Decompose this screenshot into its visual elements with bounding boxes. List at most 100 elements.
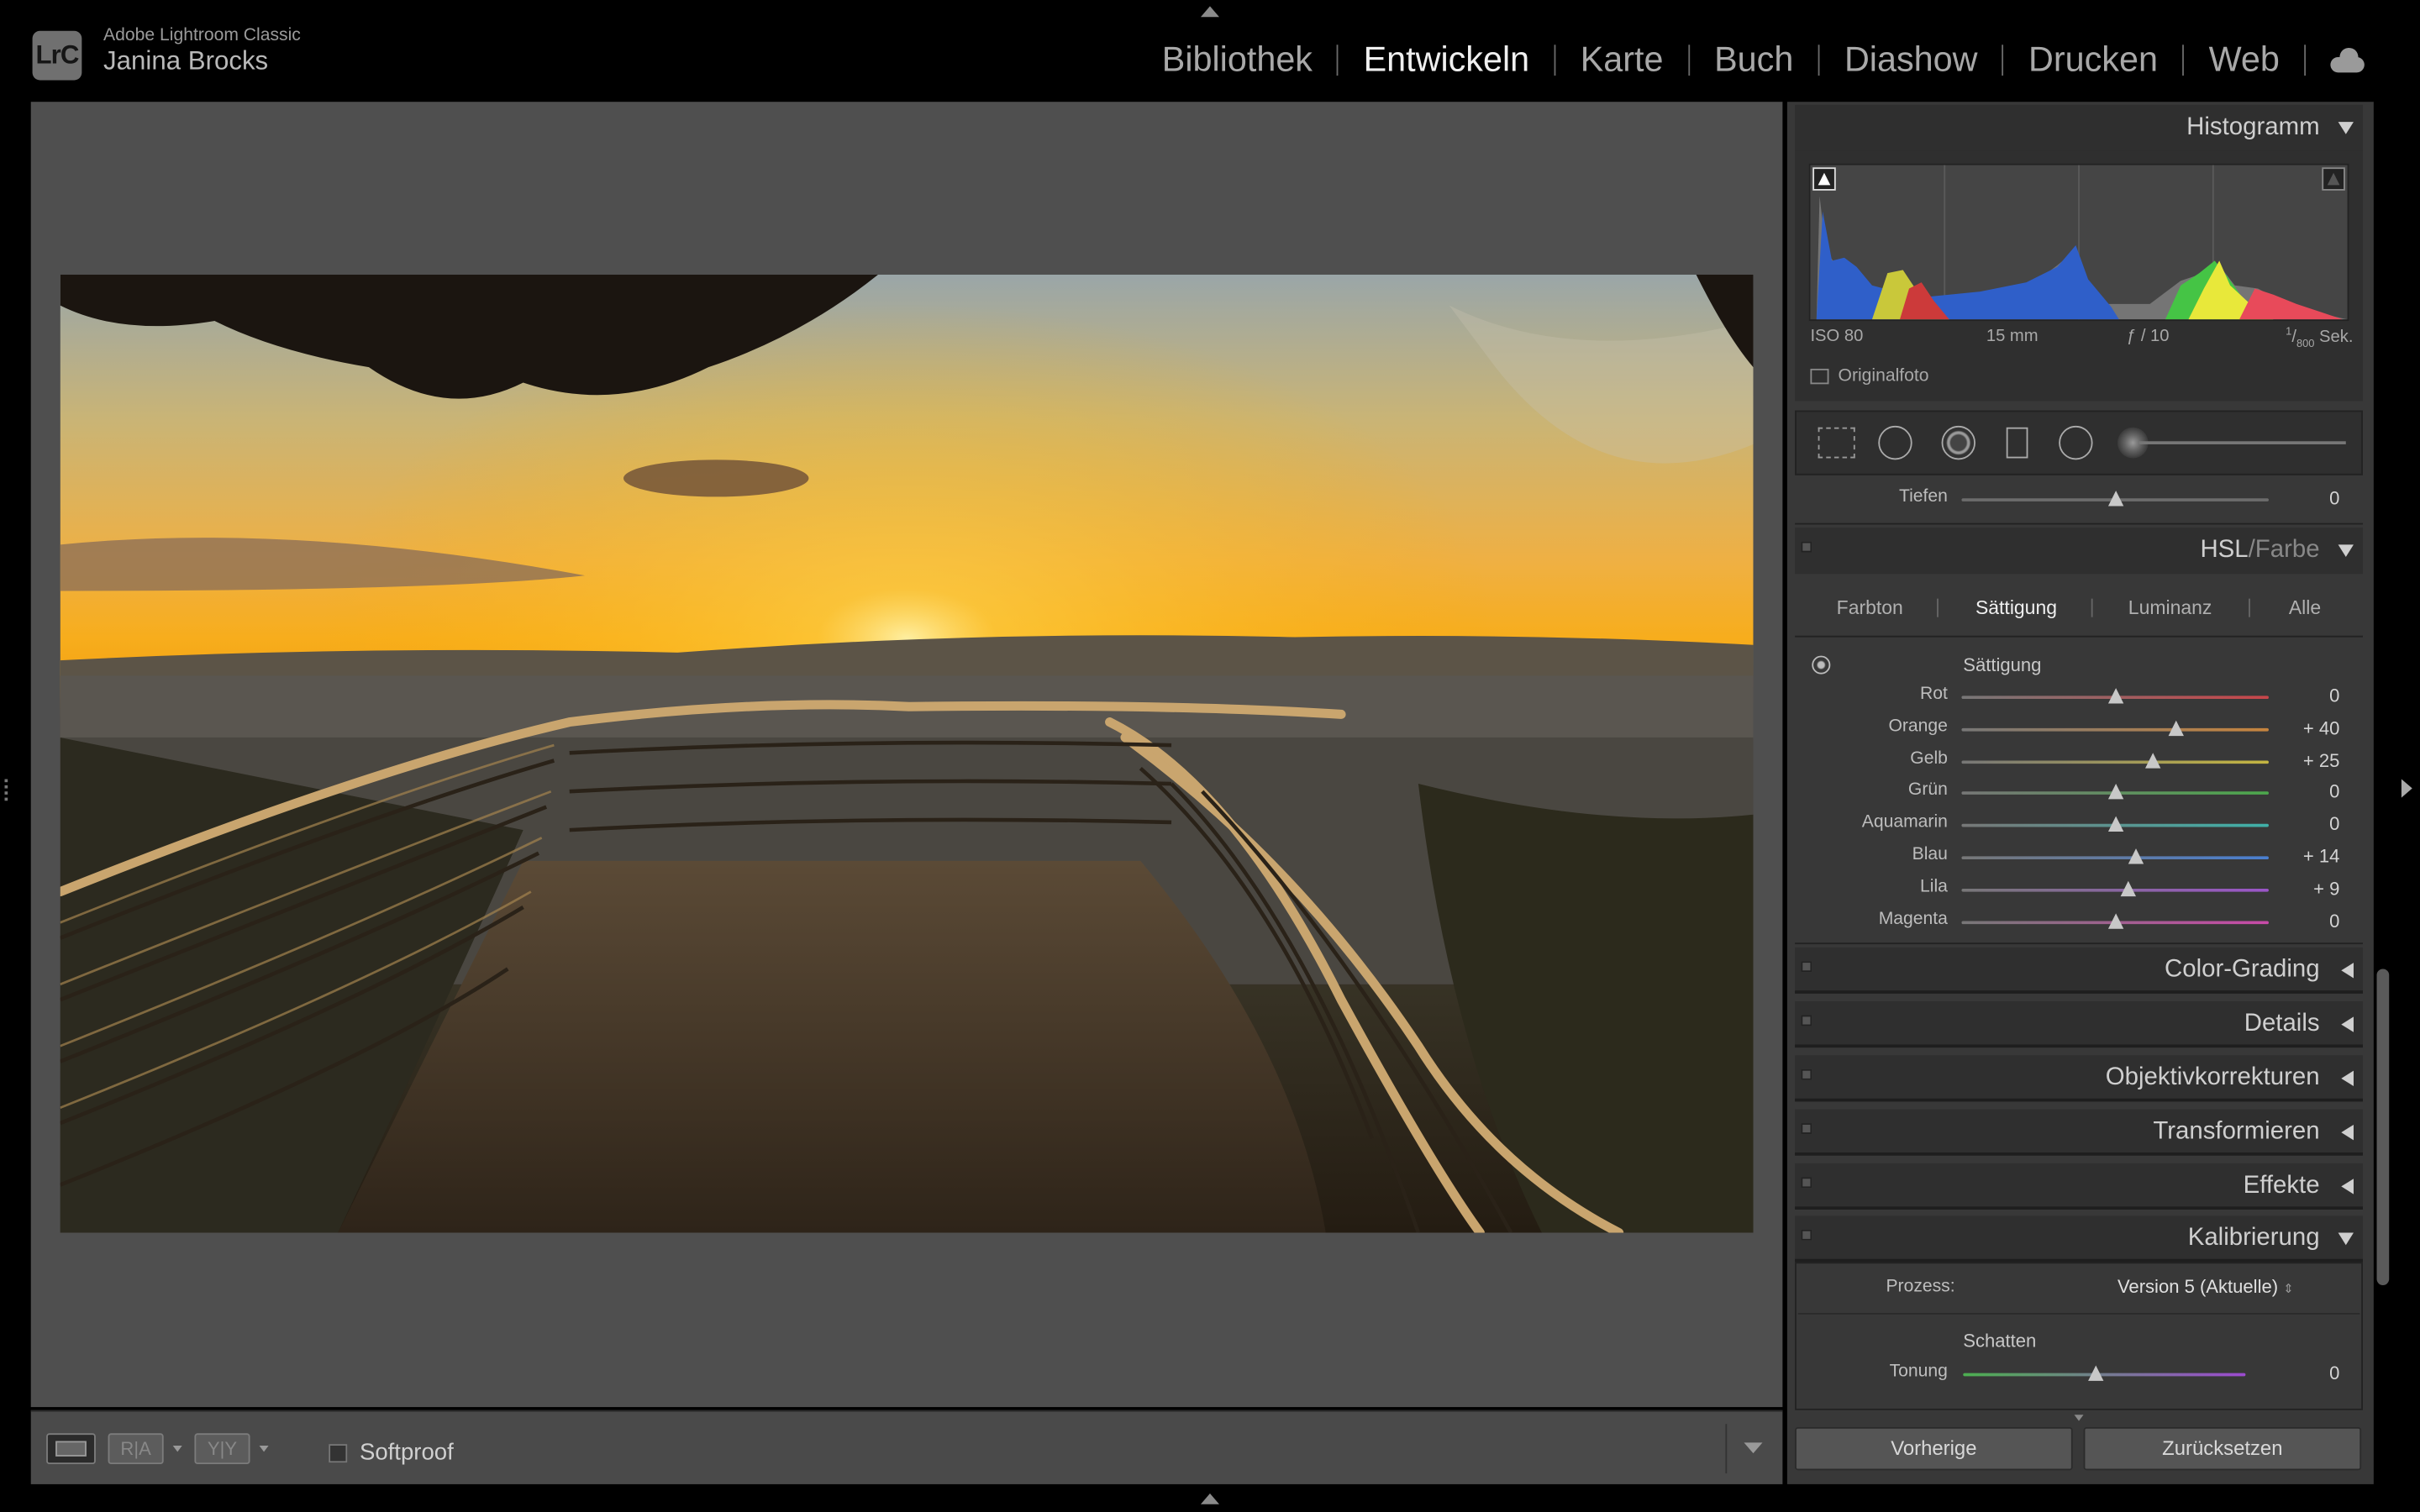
right-panel-toggle-icon[interactable] xyxy=(2401,779,2412,798)
photo-preview[interactable] xyxy=(60,274,1754,1233)
hsl-slider-value[interactable]: 0 xyxy=(2278,910,2339,932)
tint-track[interactable] xyxy=(1963,1373,2246,1377)
hsl-slider-thumb[interactable] xyxy=(2107,688,2123,704)
panel-title: Transformieren xyxy=(2153,1118,2320,1145)
module-diashow[interactable]: Diashow xyxy=(1820,40,2002,81)
tint-value[interactable]: 0 xyxy=(2278,1362,2339,1384)
hsl-slider-track[interactable] xyxy=(1961,759,2269,764)
hsl-slider-thumb[interactable] xyxy=(2107,784,2123,801)
panel-toggle-switch[interactable] xyxy=(1801,1068,1812,1080)
split-dropdown-icon[interactable] xyxy=(259,1445,269,1452)
toolbar-menu-icon[interactable] xyxy=(1725,1424,1771,1474)
photo-image xyxy=(60,274,1754,1233)
tab-alle[interactable]: Alle xyxy=(2289,597,2321,619)
softproof-checkbox[interactable] xyxy=(329,1443,348,1462)
panel-toggle-switch[interactable] xyxy=(1801,541,1812,553)
softproof-label: Softproof xyxy=(359,1439,454,1466)
hsl-slider-value[interactable]: + 25 xyxy=(2278,749,2340,771)
hsl-slider-value[interactable]: + 40 xyxy=(2278,717,2340,739)
histogram-graph[interactable] xyxy=(1808,163,2349,322)
panel-toggle-switch[interactable] xyxy=(1801,1229,1812,1241)
softproof-toggle[interactable]: Softproof xyxy=(329,1440,454,1466)
hsl-slider-label: Rot xyxy=(1920,685,1948,704)
tab-saettigung[interactable]: Sättigung xyxy=(1975,597,2057,619)
panel-header[interactable]: Color-Grading xyxy=(1795,947,2363,994)
panel-header[interactable]: Kalibrierung xyxy=(1795,1215,2363,1263)
targeted-adjustment-icon[interactable] xyxy=(1812,655,1831,675)
tint-thumb[interactable] xyxy=(2088,1365,2104,1381)
tab-farbton[interactable]: Farbton xyxy=(1837,597,1903,619)
hsl-slider-track[interactable] xyxy=(1961,727,2269,732)
module-buch[interactable]: Buch xyxy=(1690,40,1818,81)
left-panel-toggle-icon[interactable] xyxy=(4,779,18,801)
crop-icon[interactable] xyxy=(1818,427,1855,459)
hsl-slider-thumb[interactable] xyxy=(2169,720,2185,736)
before-after-dropdown-icon[interactable] xyxy=(172,1445,182,1452)
panel-toggle-switch[interactable] xyxy=(1801,1015,1812,1026)
original-photo-checkbox[interactable] xyxy=(1810,368,1829,385)
cloud-sync-icon[interactable] xyxy=(2328,47,2368,73)
identity-plate-user: Janina Brocks xyxy=(103,46,269,76)
collapse-arrow-icon[interactable] xyxy=(2338,122,2354,134)
redeye-icon[interactable] xyxy=(1941,425,1975,460)
before-after-split-icon[interactable]: Y|Y xyxy=(194,1433,250,1465)
panel-title: Color-Grading xyxy=(2165,956,2320,983)
shadows-section-label: Schatten xyxy=(1963,1330,2037,1352)
panel-toggle-switch[interactable] xyxy=(1801,1123,1812,1134)
panel-scrollbar[interactable] xyxy=(2376,969,2390,1285)
hsl-slider-track[interactable] xyxy=(1961,856,2269,860)
app-name: Adobe Lightroom Classic xyxy=(103,26,301,45)
hsl-slider-value[interactable]: 0 xyxy=(2278,781,2339,803)
graduated-filter-icon[interactable] xyxy=(2006,427,2028,459)
module-web[interactable]: Web xyxy=(2184,40,2304,81)
expand-arrow-icon[interactable] xyxy=(2341,963,2354,979)
collapse-arrow-icon[interactable] xyxy=(2338,544,2354,558)
brush-size-slider[interactable] xyxy=(2139,441,2346,444)
hsl-slider-thumb[interactable] xyxy=(2107,912,2123,928)
hsl-slider-value[interactable]: 0 xyxy=(2278,813,2339,835)
lrc-logo: LrC xyxy=(32,30,82,81)
panel-header[interactable]: Transformieren xyxy=(1795,1109,2363,1156)
module-karte[interactable]: Karte xyxy=(1555,40,1688,81)
bottom-toolbar: R|A Y|Y Softproof xyxy=(30,1410,1783,1484)
panel-toggle-switch[interactable] xyxy=(1801,1177,1812,1189)
hsl-header[interactable]: HSL/Farbe xyxy=(1795,528,2363,575)
original-photo-label: Originalfoto xyxy=(1838,367,1929,386)
loupe-view-icon[interactable] xyxy=(46,1433,96,1465)
original-photo-toggle[interactable]: Originalfoto xyxy=(1810,367,1929,386)
tone-shadows-value[interactable]: 0 xyxy=(2278,487,2339,509)
hsl-slider-track[interactable] xyxy=(1961,888,2269,892)
hsl-slider-value[interactable]: + 14 xyxy=(2278,846,2340,868)
module-drucken[interactable]: Drucken xyxy=(2004,40,2183,81)
hsl-slider-value[interactable]: + 9 xyxy=(2278,878,2339,900)
expand-arrow-icon[interactable] xyxy=(2341,1016,2354,1032)
hsl-slider-thumb[interactable] xyxy=(2145,752,2162,768)
radial-filter-icon[interactable] xyxy=(2059,425,2093,460)
hsl-slider-thumb[interactable] xyxy=(2128,848,2144,864)
panel-header[interactable]: Objektivkorrekturen xyxy=(1795,1055,2363,1102)
module-entwickeln[interactable]: Entwickeln xyxy=(1339,40,1554,81)
panel-header[interactable]: Effekte xyxy=(1795,1163,2363,1210)
expand-arrow-icon[interactable] xyxy=(2341,1179,2354,1194)
hsl-slider-value[interactable]: 0 xyxy=(2278,685,2339,706)
filmstrip-toggle-icon[interactable] xyxy=(1200,1493,1219,1504)
panel-toggle-switch[interactable] xyxy=(1801,961,1812,973)
process-select[interactable]: Version 5 (Aktuelle) ⇕ xyxy=(2118,1276,2294,1298)
reset-button[interactable]: Zurücksetzen xyxy=(2083,1426,2362,1471)
panel-title: Details xyxy=(2244,1011,2320,1037)
expand-arrow-icon[interactable] xyxy=(2341,1124,2354,1141)
before-after-icon[interactable]: R|A xyxy=(108,1433,164,1465)
tone-shadows-thumb[interactable] xyxy=(2107,491,2123,507)
tab-luminanz[interactable]: Luminanz xyxy=(2128,597,2212,619)
collapse-arrow-icon[interactable] xyxy=(2338,1232,2354,1246)
hsl-slider-thumb[interactable] xyxy=(2121,880,2137,896)
spot-removal-icon[interactable] xyxy=(1878,425,1912,460)
hsl-slider-thumb[interactable] xyxy=(2107,816,2123,832)
histogram-header[interactable]: Histogramm xyxy=(1795,104,2363,151)
previous-button[interactable]: Vorherige xyxy=(1795,1426,2073,1471)
shutter-speed: 1/800 Sek. xyxy=(2286,327,2354,350)
top-panel-toggle-icon[interactable] xyxy=(1200,6,1219,18)
expand-arrow-icon[interactable] xyxy=(2341,1070,2354,1087)
module-bibliothek[interactable]: Bibliothek xyxy=(1137,40,1337,81)
panel-header[interactable]: Details xyxy=(1795,1001,2363,1048)
